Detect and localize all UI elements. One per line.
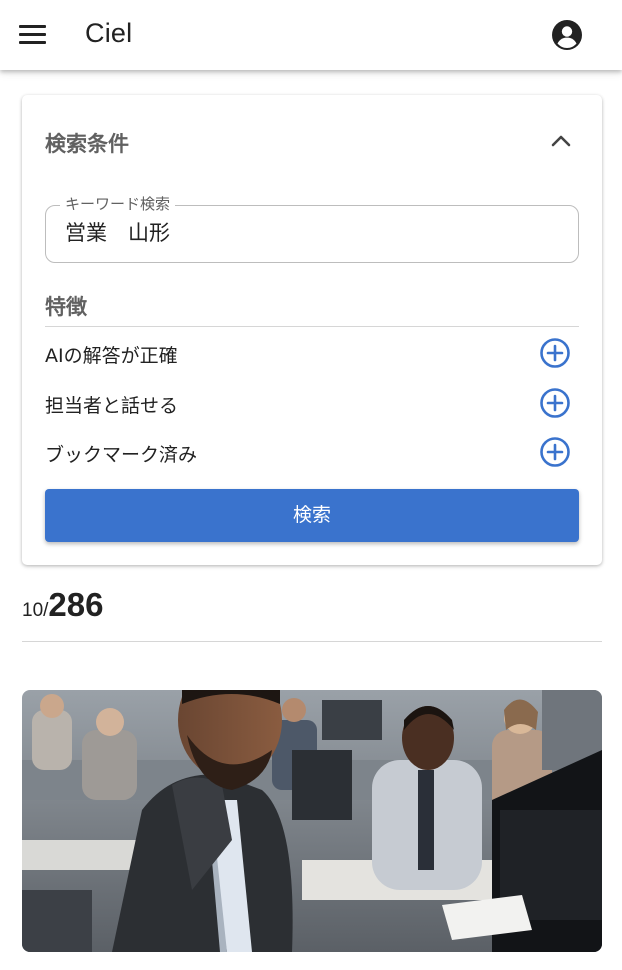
result-count-divider	[22, 641, 602, 642]
search-conditions-title: 検索条件	[45, 132, 129, 156]
add-circle-icon[interactable]	[539, 387, 571, 419]
chevron-up-icon[interactable]	[550, 133, 572, 149]
result-card-image[interactable]	[22, 690, 602, 952]
feature-item-bookmarked[interactable]: ブックマーク済み	[45, 434, 579, 470]
app-bar: Ciel	[0, 0, 622, 70]
feature-item-label: 担当者と話せる	[45, 395, 179, 417]
result-count-total: 286	[48, 586, 104, 623]
keyword-search-label: キーワード検索	[60, 195, 176, 213]
keyword-search-field[interactable]: キーワード検索 営業 山形	[45, 195, 579, 263]
feature-item-label: AIの解答が正確	[45, 345, 178, 367]
features-title: 特徴	[45, 295, 87, 319]
search-button[interactable]: 検索	[45, 489, 579, 542]
add-circle-icon[interactable]	[539, 337, 571, 369]
search-conditions-card: 検索条件 キーワード検索 営業 山形 特徴 AIの解答が正確 担当者と話せる ブ…	[22, 95, 602, 565]
feature-item-label: ブックマーク済み	[45, 444, 198, 466]
feature-item-ai-accurate[interactable]: AIの解答が正確	[45, 335, 579, 371]
result-count: 10/286	[22, 586, 103, 626]
menu-icon[interactable]	[19, 25, 47, 45]
keyword-search-input[interactable]: 営業 山形	[65, 217, 565, 249]
features-divider	[45, 326, 579, 327]
result-count-shown: 10	[22, 600, 44, 621]
account-circle-icon[interactable]	[551, 19, 583, 51]
add-circle-icon[interactable]	[539, 436, 571, 468]
app-title: Ciel	[85, 18, 133, 48]
feature-item-talk-to-staff[interactable]: 担当者と話せる	[45, 385, 579, 421]
